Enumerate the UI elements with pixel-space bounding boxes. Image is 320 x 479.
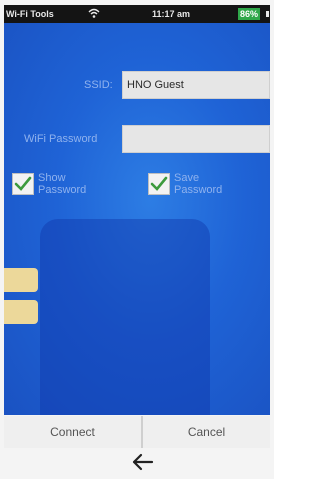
- checkmark-icon: [150, 176, 168, 191]
- checkmark-icon: [14, 176, 32, 191]
- connect-button[interactable]: Connect: [4, 416, 141, 448]
- app-window: Wi-Fi Tools 11:17 am 86% SSID: HNO Guest…: [0, 0, 274, 479]
- clock: 11:17 am: [152, 9, 191, 19]
- wifi-password-field[interactable]: [122, 125, 270, 153]
- screen-glare: [4, 300, 38, 324]
- battery-level: 86%: [238, 8, 261, 20]
- show-password-checkbox[interactable]: [12, 173, 34, 195]
- ssid-label: SSID:: [84, 79, 113, 91]
- cancel-button[interactable]: Cancel: [143, 416, 270, 448]
- ssid-field[interactable]: HNO Guest: [122, 71, 270, 99]
- panel-shade: [40, 219, 210, 415]
- save-password-checkbox[interactable]: [148, 173, 170, 195]
- screen-glare: [4, 268, 38, 292]
- status-bar: Wi-Fi Tools 11:17 am 86%: [4, 5, 270, 23]
- battery-icon: [266, 11, 269, 17]
- back-arrow-icon[interactable]: [130, 452, 154, 472]
- app-name: Wi-Fi Tools: [6, 9, 54, 19]
- wifi-password-label: WiFi Password: [24, 133, 98, 145]
- save-password-label: Save Password: [174, 172, 223, 196]
- wifi-connect-panel: SSID: HNO Guest WiFi Password Show Passw…: [4, 23, 270, 415]
- wifi-icon: [88, 7, 100, 19]
- show-password-label: Show Password: [38, 172, 87, 196]
